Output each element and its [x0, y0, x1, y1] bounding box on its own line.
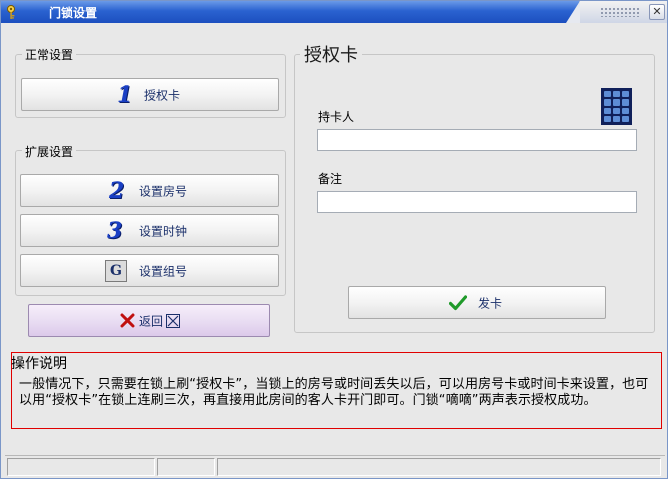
boxed-x-icon	[166, 314, 180, 331]
note-label: 备注	[318, 172, 343, 186]
group-g-icon: G	[105, 260, 127, 282]
status-cell-1	[7, 458, 155, 476]
key-icon	[5, 4, 21, 20]
help-text: 一般情况下，只需要在锁上刷“授权卡”，当锁上的房号或时间丢失以后，可以用房号卡或…	[19, 377, 649, 408]
title-bar[interactable]: 门锁设置 ✕	[1, 1, 667, 23]
auth-card-button[interactable]: 1 授权卡	[21, 78, 279, 111]
note-input[interactable]	[317, 191, 637, 213]
number-3-icon: 3	[107, 217, 123, 244]
checkmark-icon	[448, 295, 468, 314]
x-mark-icon	[120, 313, 135, 331]
set-group-button[interactable]: G 设置组号	[20, 254, 279, 287]
back-button[interactable]: 返回	[28, 304, 270, 337]
set-room-button[interactable]: 2 设置房号	[20, 174, 279, 207]
card-holder-input[interactable]	[317, 129, 637, 151]
door-lock-settings-window: 门锁设置 ✕ 正常设置 1 授权卡 扩展设置 2 设置房号 3 设置时钟 G 设…	[0, 0, 668, 479]
number-1-icon: 1	[117, 81, 133, 108]
window-title: 门锁设置	[49, 6, 98, 20]
status-cell-3	[217, 458, 661, 476]
status-cell-2	[157, 458, 215, 476]
extended-settings-label: 扩展设置	[22, 143, 77, 160]
help-title: 操作说明	[11, 356, 67, 372]
back-button-label: 返回	[139, 314, 164, 328]
set-room-button-label: 设置房号	[139, 184, 188, 198]
auth-card-button-label: 授权卡	[144, 88, 181, 102]
panel-title: 授权卡	[300, 41, 362, 67]
set-clock-button-label: 设置时钟	[139, 224, 188, 238]
set-group-button-label: 设置组号	[139, 264, 188, 278]
normal-settings-label: 正常设置	[22, 46, 77, 63]
issue-card-button-label: 发卡	[478, 296, 503, 310]
keypad-icon	[601, 88, 632, 125]
close-button[interactable]: ✕	[649, 4, 665, 20]
status-bar	[5, 455, 665, 477]
number-2-icon: 2	[109, 177, 125, 204]
issue-card-button[interactable]: 发卡	[348, 286, 606, 319]
card-holder-label: 持卡人	[318, 110, 355, 124]
set-clock-button[interactable]: 3 设置时钟	[20, 214, 279, 247]
